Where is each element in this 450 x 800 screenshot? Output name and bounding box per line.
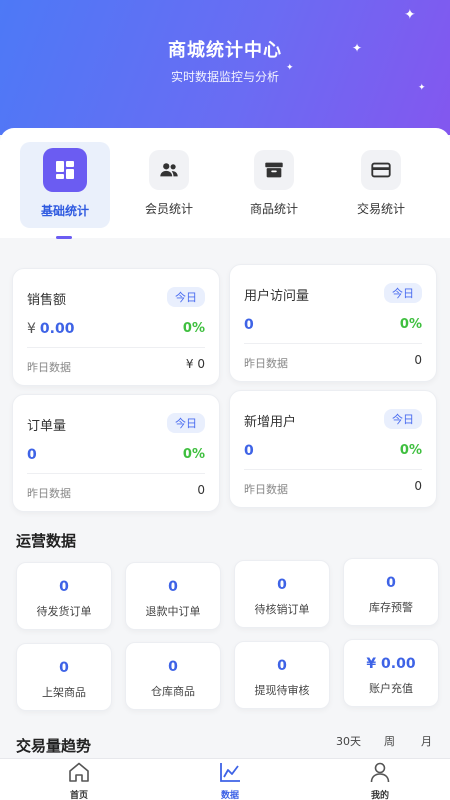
op-label: 上架商品 (42, 686, 86, 699)
op-label: 待发货订单 (36, 605, 92, 618)
period-month-button[interactable]: 月 (413, 730, 440, 752)
tab-label: 交易统计 (356, 202, 405, 216)
growth-percent: 0% (182, 321, 205, 336)
tab-basic-stats[interactable]: 基础统计 (20, 142, 110, 228)
yesterday-label: 昨日数据 (27, 361, 71, 374)
today-badge: 今日 (384, 283, 422, 303)
nav-label: 我的 (370, 791, 389, 800)
op-value: 0 (168, 579, 178, 595)
active-tab-indicator (56, 236, 72, 239)
credit-card-icon (361, 150, 401, 190)
people-icon (149, 150, 189, 190)
divider (27, 347, 205, 348)
listed-products-tile[interactable]: 0 上架商品 (16, 643, 112, 711)
nav-home[interactable]: 首页 (39, 761, 119, 800)
trend-section-title: 交易量趋势 (16, 737, 92, 755)
op-value: 0 (386, 575, 396, 591)
card-value: ¥0.00 (27, 321, 74, 337)
period-week-button[interactable]: 周 (376, 730, 403, 752)
op-label: 账户充值 (369, 682, 413, 695)
yesterday-value: ¥ 0 (185, 357, 205, 371)
nav-label: 首页 (69, 791, 88, 800)
divider (27, 473, 205, 474)
yesterday-label: 昨日数据 (244, 357, 288, 370)
category-tabs: 基础统计 会员统计 商品统计 交易统计 (0, 128, 450, 239)
yesterday-value: 0 (197, 483, 205, 497)
op-label: 退款中订单 (145, 605, 201, 618)
op-value: 0 (59, 579, 69, 595)
growth-percent: 0% (399, 443, 422, 458)
bottom-navigation: 首页 数据 我的 (0, 758, 450, 800)
operations-section-title: 运营数据 (16, 532, 77, 550)
period-30-days-button[interactable]: 30天 (328, 730, 369, 752)
account-recharge-tile[interactable]: ¥ 0.00 账户充值 (343, 639, 439, 707)
divider (244, 469, 422, 470)
stock-alert-tile[interactable]: 0 库存预警 (343, 558, 439, 626)
sales-amount: 0.00 (39, 321, 75, 337)
divider (244, 343, 422, 344)
card-title: 新增用户 (244, 415, 297, 430)
tab-label: 会员统计 (144, 202, 193, 216)
nav-mine[interactable]: 我的 (340, 761, 420, 800)
pending-verification-tile[interactable]: 0 待核销订单 (234, 560, 330, 628)
nav-label: 数据 (220, 791, 239, 800)
orders-card[interactable]: 订单量 今日 0 0% 昨日数据 0 (12, 394, 220, 512)
card-value: 0 (27, 447, 37, 463)
header-banner: 商城统计中心 实时数据监控与分析 ✦ ✦ ✦ ✦ (0, 0, 450, 135)
sparkle-icon: ✦ (404, 7, 416, 23)
sparkle-icon: ✦ (418, 83, 426, 93)
yesterday-value: 0 (414, 353, 422, 367)
sales-card[interactable]: 销售额 今日 ¥0.00 0% 昨日数据 ¥ 0 (12, 268, 220, 386)
warehouse-products-tile[interactable]: 0 仓库商品 (125, 642, 221, 710)
yesterday-label: 昨日数据 (27, 487, 71, 500)
op-value: ¥ 0.00 (366, 656, 416, 672)
today-badge: 今日 (167, 413, 205, 433)
page-title: 商城统计中心 (168, 40, 282, 61)
op-label: 库存预警 (369, 601, 413, 614)
dashboard-grid-icon (43, 148, 87, 192)
user-icon (370, 762, 390, 783)
op-value: 0 (277, 658, 287, 674)
sparkle-icon: ✦ (286, 63, 294, 73)
tab-product-stats[interactable]: 商品统计 (229, 142, 319, 228)
today-badge: 今日 (384, 409, 422, 429)
nav-data[interactable]: 数据 (190, 761, 270, 800)
growth-percent: 0% (399, 317, 422, 332)
tab-transaction-stats[interactable]: 交易统计 (336, 142, 426, 228)
sparkle-icon: ✦ (352, 41, 363, 55)
op-label: 提现待审核 (254, 684, 310, 697)
card-value: 0 (244, 443, 254, 459)
archive-box-icon (254, 150, 294, 190)
card-title: 订单量 (27, 419, 67, 434)
card-value: 0 (244, 317, 254, 333)
op-label: 仓库商品 (151, 685, 195, 698)
op-value: 0 (277, 577, 287, 593)
yesterday-value: 0 (414, 479, 422, 493)
pending-shipment-tile[interactable]: 0 待发货订单 (16, 562, 112, 630)
tab-member-stats[interactable]: 会员统计 (124, 142, 214, 228)
withdrawal-pending-tile[interactable]: 0 提现待审核 (234, 641, 330, 709)
page-subtitle: 实时数据监控与分析 (170, 70, 279, 84)
visits-card[interactable]: 用户访问量 今日 0 0% 昨日数据 0 (229, 264, 437, 382)
new-users-card[interactable]: 新增用户 今日 0 0% 昨日数据 0 (229, 390, 437, 508)
today-badge: 今日 (167, 287, 205, 307)
line-chart-icon (220, 763, 240, 782)
op-value: 0 (168, 659, 178, 675)
op-value: 0 (59, 660, 69, 676)
tab-label: 基础统计 (40, 204, 89, 218)
op-label: 待核销订单 (254, 603, 310, 616)
card-title: 销售额 (27, 293, 67, 308)
home-icon (69, 762, 89, 782)
currency-symbol: ¥ (27, 321, 36, 337)
growth-percent: 0% (182, 447, 205, 462)
refunding-orders-tile[interactable]: 0 退款中订单 (125, 562, 221, 630)
card-title: 用户访问量 (244, 289, 310, 304)
yesterday-label: 昨日数据 (244, 483, 288, 496)
tab-label: 商品统计 (249, 202, 298, 216)
